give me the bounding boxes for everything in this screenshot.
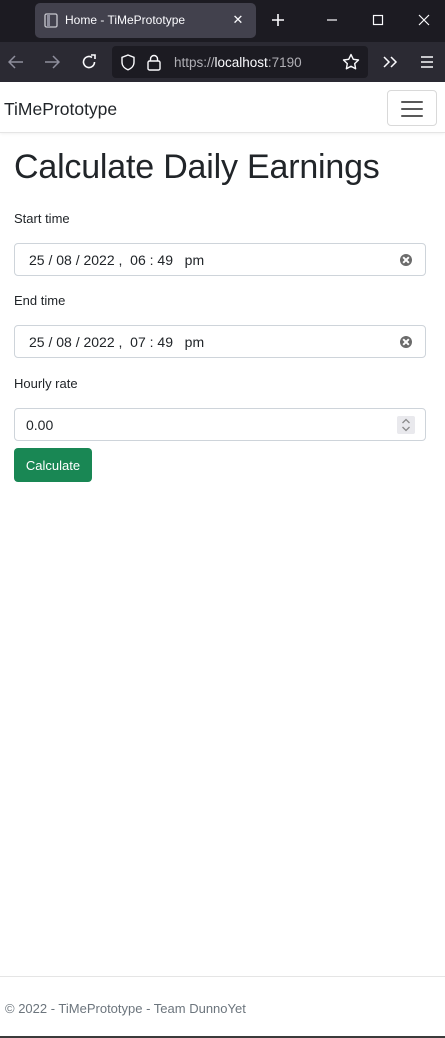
- end-time-clear-icon[interactable]: [400, 336, 412, 348]
- url-scheme: https://: [174, 55, 215, 70]
- bookmark-star-icon[interactable]: [341, 52, 361, 72]
- footer-text: © 2022 - TiMePrototype - Team DunnoYet: [5, 1001, 246, 1016]
- browser-tab-bar: Home - TiMePrototype ✕: [0, 0, 445, 42]
- url-host: localhost: [214, 55, 268, 70]
- toggler-bar-bottom: [401, 115, 423, 117]
- brand-link[interactable]: TiMePrototype: [4, 99, 117, 120]
- tab-title: Home - TiMePrototype: [65, 13, 186, 27]
- url-text[interactable]: https://localhost:7190: [174, 55, 302, 70]
- lock-icon[interactable]: [146, 54, 162, 71]
- end-time-value: 25 / 08 / 2022 , 07 : 49 pm: [29, 334, 205, 350]
- hourly-rate-input[interactable]: 0.00: [14, 408, 426, 441]
- end-time-label: End time: [14, 293, 66, 308]
- reload-icon[interactable]: [79, 52, 99, 72]
- overflow-chevrons-icon[interactable]: [380, 52, 400, 72]
- start-time-clear-icon[interactable]: [400, 254, 412, 266]
- url-bar[interactable]: https://localhost:7190: [112, 46, 368, 78]
- footer: © 2022 - TiMePrototype - Team DunnoYet: [0, 976, 445, 1038]
- toggler-bar-middle: [401, 108, 423, 110]
- minimize-icon[interactable]: [322, 10, 342, 30]
- favicon-icon: [44, 13, 58, 28]
- navbar-toggler-button[interactable]: [387, 90, 437, 126]
- hourly-rate-label: Hourly rate: [14, 376, 78, 391]
- browser-tab[interactable]: Home - TiMePrototype ✕: [35, 3, 256, 38]
- toggler-bar-top: [401, 101, 423, 103]
- calculate-button[interactable]: Calculate: [14, 448, 92, 482]
- new-tab-icon[interactable]: [268, 10, 288, 30]
- start-time-input[interactable]: 25 / 08 / 2022 , 06 : 49 pm: [14, 243, 426, 276]
- number-spinner[interactable]: [397, 416, 415, 434]
- shield-icon[interactable]: [120, 54, 136, 71]
- tab-close-icon[interactable]: ✕: [228, 10, 248, 30]
- spinner-arrows-icon: [402, 418, 410, 432]
- app-navbar: TiMePrototype: [0, 82, 445, 133]
- back-arrow-icon[interactable]: [6, 52, 26, 72]
- start-time-value: 25 / 08 / 2022 , 06 : 49 pm: [29, 252, 205, 268]
- start-time-label: Start time: [14, 211, 70, 226]
- hourly-rate-value: 0.00: [26, 417, 54, 433]
- hamburger-menu-icon[interactable]: [417, 52, 437, 72]
- maximize-icon[interactable]: [368, 10, 388, 30]
- browser-toolbar: https://localhost:7190: [0, 42, 445, 82]
- end-time-input[interactable]: 25 / 08 / 2022 , 07 : 49 pm: [14, 325, 426, 358]
- url-port: :7190: [267, 55, 302, 70]
- forward-arrow-icon[interactable]: [42, 52, 62, 72]
- page-title: Calculate Daily Earnings: [14, 148, 380, 186]
- window-close-icon[interactable]: [414, 10, 434, 30]
